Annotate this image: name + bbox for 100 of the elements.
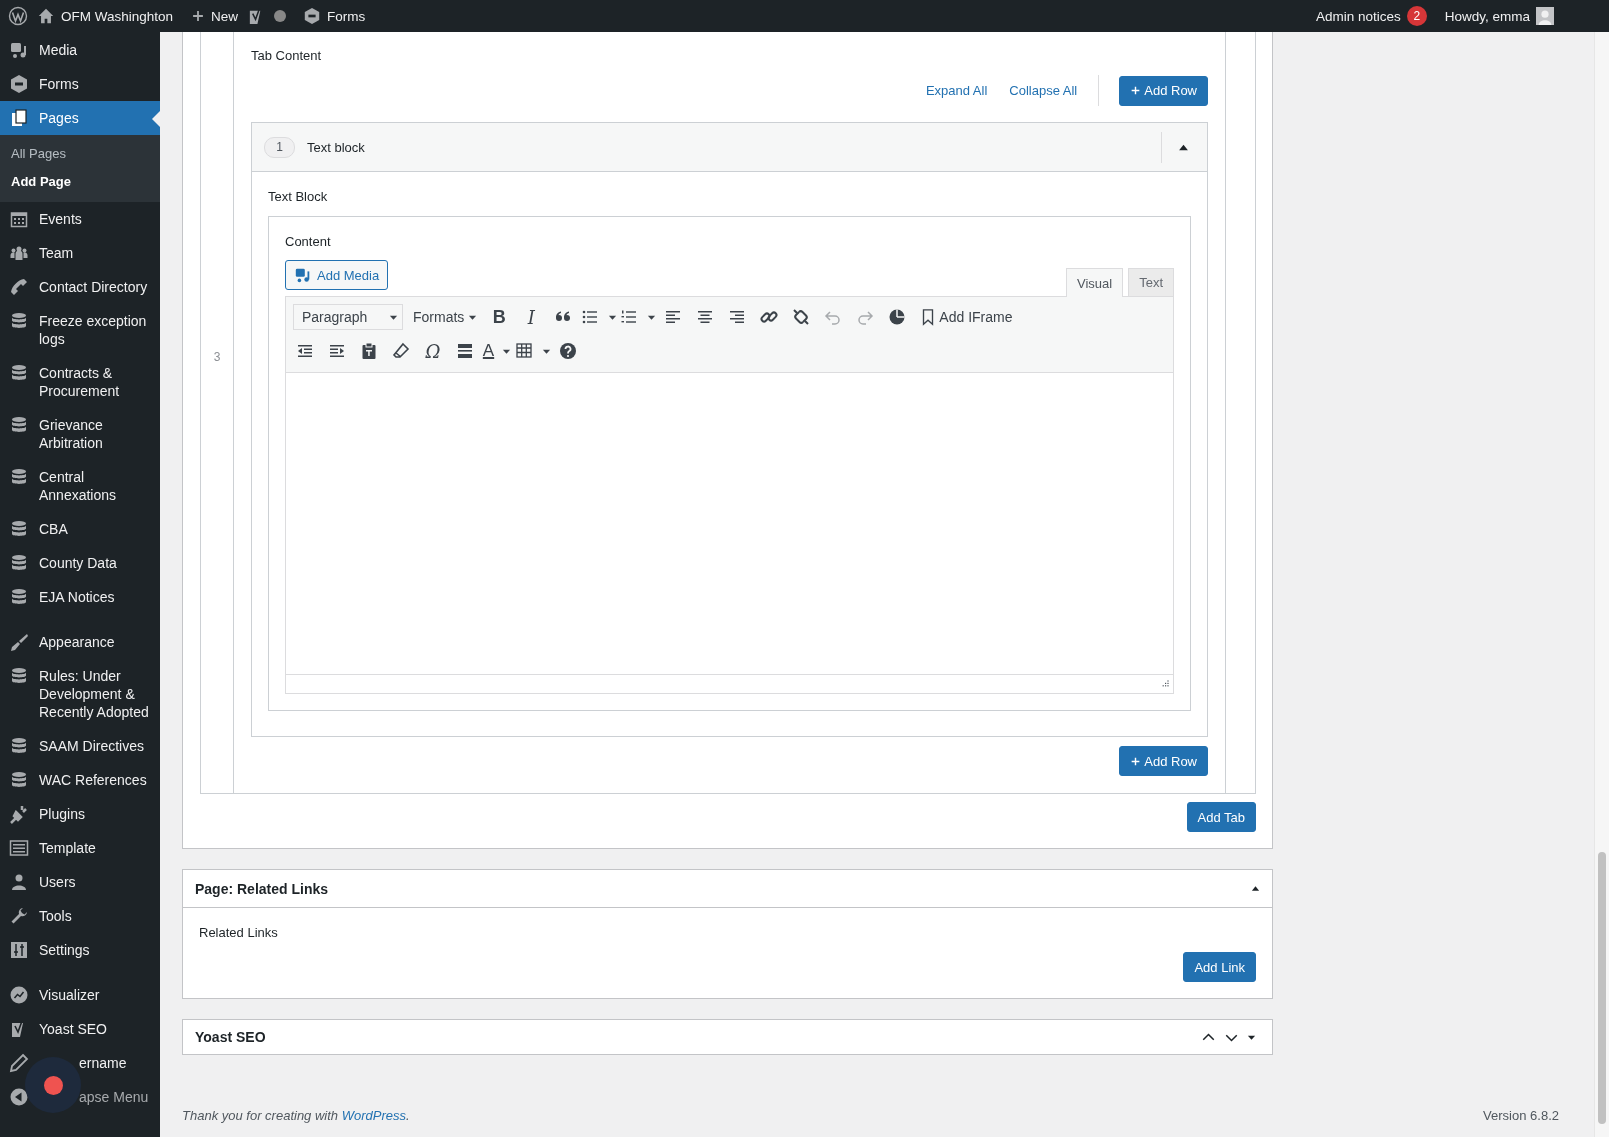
sidebar-item[interactable]: Contracts & Procurement	[0, 356, 160, 408]
database-icon	[9, 666, 29, 686]
plus-icon	[191, 9, 206, 23]
sidebar-item[interactable]: Users	[0, 865, 160, 899]
expand-all-link[interactable]: Expand All	[914, 83, 999, 98]
add-tab-button[interactable]: Add Tab	[1186, 802, 1256, 832]
record-button[interactable]	[25, 1057, 81, 1113]
row-number: 3	[213, 350, 221, 364]
sidebar-item[interactable]: ername	[0, 1046, 160, 1080]
scrollbar[interactable]	[1594, 32, 1609, 1137]
database-icon	[9, 363, 29, 383]
toolbar-button[interactable]: Ω	[417, 336, 449, 366]
panel-title: Yoast SEO	[195, 1029, 267, 1045]
sidebar-item[interactable]: EJA Notices	[0, 580, 160, 614]
forms-icon	[303, 7, 322, 25]
field-label: Content	[285, 233, 332, 251]
layout-number: 1	[264, 136, 295, 158]
media-add-icon	[294, 266, 312, 284]
sidebar-item[interactable]: Forms	[0, 67, 160, 101]
account-link[interactable]: Howdy, emma	[1435, 0, 1563, 32]
field-label: Text Block	[268, 188, 329, 206]
database-icon	[9, 736, 29, 756]
site-name-link[interactable]: OFM Washinghton	[28, 0, 183, 32]
scrollbar-thumb[interactable]	[1598, 852, 1606, 1124]
sidebar-item[interactable]: Appearance	[0, 625, 160, 659]
help-icon	[558, 341, 578, 361]
text-color-button[interactable]: A	[481, 336, 513, 366]
sidebar-item[interactable]: CBA	[0, 512, 160, 546]
add-link-button[interactable]: Add Link	[1183, 952, 1256, 982]
admin-notices-link[interactable]: Admin notices 2	[1306, 0, 1436, 32]
avatar-icon	[1536, 7, 1554, 25]
sidebar-item[interactable]: County Data	[0, 546, 160, 580]
sidebar-item[interactable]: Team	[0, 236, 160, 270]
eraser-icon	[391, 341, 411, 361]
horizontal-rule-icon	[455, 341, 475, 361]
paragraph-select[interactable]: Paragraph	[293, 304, 403, 330]
panel-title: Page: Related Links	[195, 880, 330, 897]
sidebar-item[interactable]: Media	[0, 33, 160, 67]
sidebar-item[interactable]: SAAM Directives	[0, 729, 160, 763]
notice-count: 2	[1406, 6, 1427, 26]
user-icon	[9, 872, 29, 892]
add-iframe-button[interactable]: Add IFrame	[913, 302, 1019, 332]
version-text: Version 6.8.2	[1483, 1108, 1559, 1123]
field-label: Related Links	[199, 924, 279, 942]
sidebar-item[interactable]: Freeze exception logs	[0, 304, 160, 356]
add-row-button[interactable]: Add Row	[1119, 746, 1208, 776]
forms-link[interactable]: Forms	[294, 0, 375, 32]
sidebar-item[interactable]: Yoast SEO	[0, 1012, 160, 1046]
calendar-icon	[9, 209, 29, 229]
editor-tab[interactable]: Visual	[1065, 268, 1124, 297]
database-icon	[9, 467, 29, 487]
sidebar-item[interactable]: Tools	[0, 899, 160, 933]
add-row-button[interactable]: Add Row	[1119, 75, 1208, 106]
toolbar-button[interactable]: B	[483, 302, 516, 332]
new-link[interactable]: New	[182, 0, 248, 32]
database-icon	[9, 415, 29, 435]
field-label: Tab Content	[251, 47, 323, 65]
grid-icon	[9, 838, 29, 858]
wrench-icon	[9, 906, 29, 926]
database-icon	[9, 770, 29, 790]
phone-icon	[9, 277, 29, 297]
wordpress-link[interactable]: WordPress	[341, 1108, 406, 1123]
pages-icon	[9, 108, 29, 128]
submenu-item[interactable]: All Pages	[0, 140, 160, 168]
sidebar-item[interactable]: Visualizer	[0, 978, 160, 1012]
sidebar-item[interactable]: Rules: Under Development & Recently Adopted	[0, 659, 160, 729]
submenu-item[interactable]: Add Page	[0, 168, 160, 196]
plus-icon	[1130, 755, 1142, 767]
home-icon	[37, 7, 55, 25]
add-media-button[interactable]: Add Media	[285, 260, 389, 290]
sidebar-item[interactable]: Contact Directory	[0, 270, 160, 304]
toolbar-button[interactable]: I	[515, 302, 548, 332]
brush-icon	[9, 632, 29, 652]
pie-chart-icon	[887, 307, 908, 327]
caret-up-icon[interactable]	[1251, 884, 1260, 893]
sidebar-item[interactable]: Plugins	[0, 797, 160, 831]
sidebar-item[interactable]: Template	[0, 831, 160, 865]
layout-title: Text block	[307, 139, 366, 155]
table-icon	[514, 341, 534, 361]
media-icon	[9, 40, 29, 60]
forms-icon	[9, 74, 29, 94]
sidebar-item[interactable]: WAC References	[0, 763, 160, 797]
plug-icon	[9, 804, 29, 824]
plus-icon	[1130, 85, 1142, 96]
sidebar-item[interactable]: Settings	[0, 933, 160, 967]
footer-text: Thank you for creating with WordPress.	[182, 1108, 410, 1123]
chart-icon	[9, 985, 29, 1005]
collapse-all-link[interactable]: Collapse All	[998, 83, 1089, 98]
sidebar-item[interactable]: Events	[0, 202, 160, 236]
editor-tab[interactable]: Text	[1128, 268, 1174, 296]
database-icon	[9, 311, 29, 331]
database-icon	[9, 553, 29, 573]
sidebar-item[interactable]: Grievance Arbitration	[0, 408, 160, 460]
formats-menu[interactable]: Formats	[407, 302, 484, 332]
sliders-icon	[9, 940, 29, 960]
pencil-icon	[9, 1053, 29, 1073]
sidebar-item[interactable]: Pages	[0, 101, 160, 135]
sidebar-item[interactable]: Central Annexations	[0, 460, 160, 512]
logo-icon[interactable]	[8, 6, 28, 26]
sidebar-item[interactable]: apse Menu	[0, 1080, 160, 1114]
